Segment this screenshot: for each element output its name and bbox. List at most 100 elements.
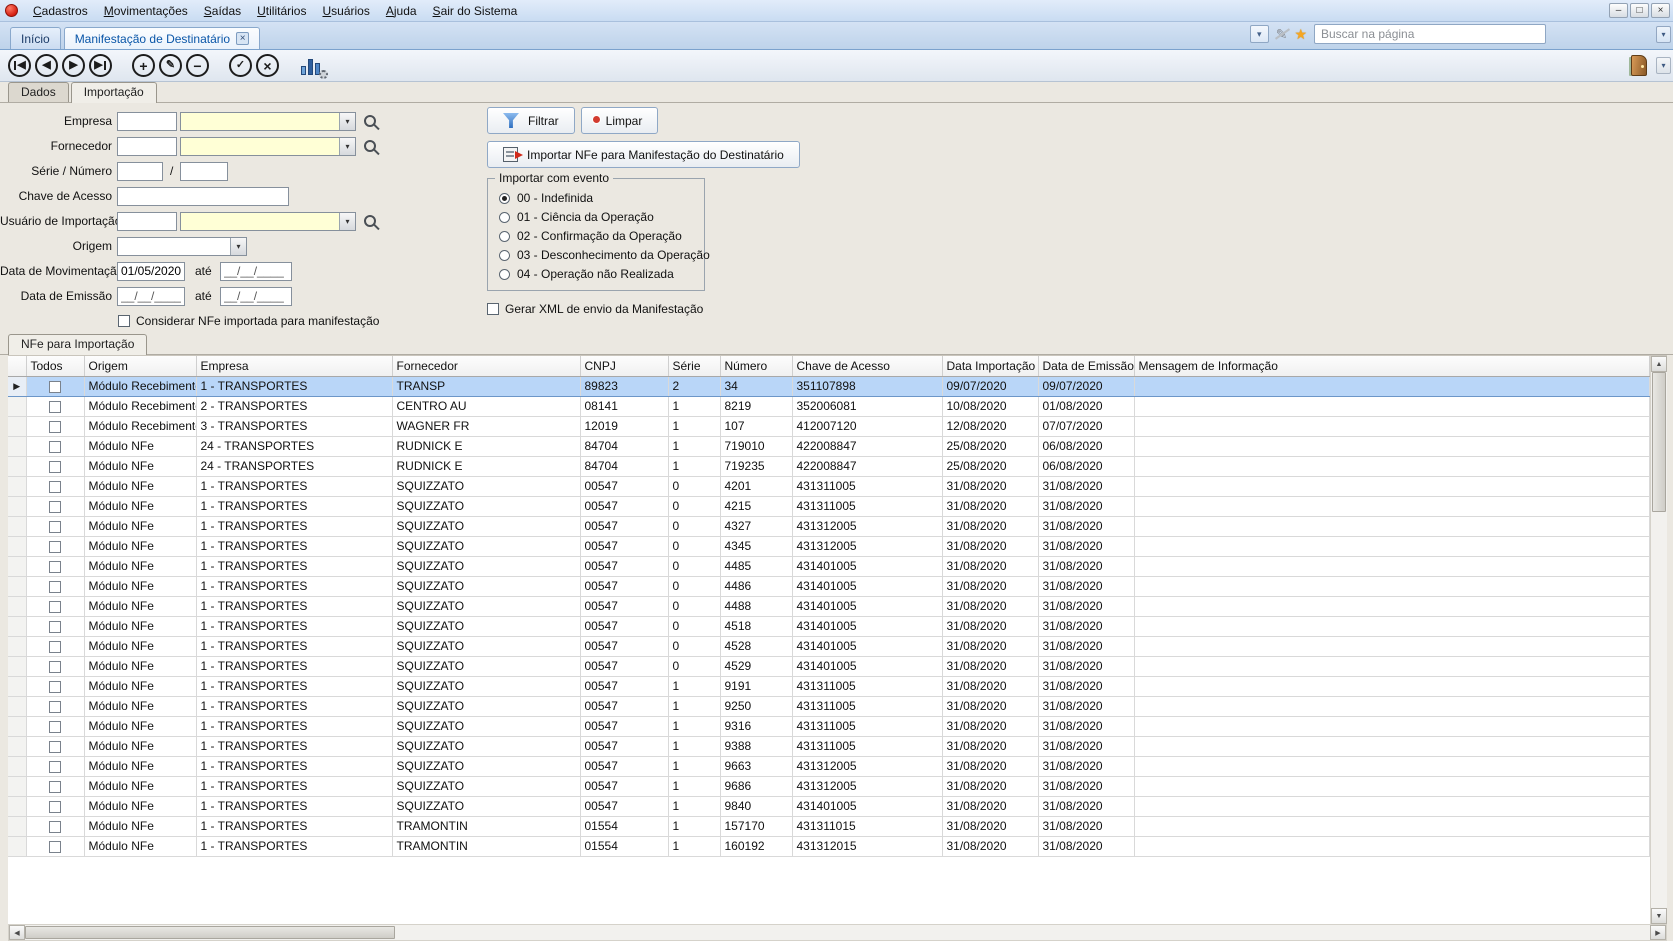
tab-close-icon[interactable]: × xyxy=(236,32,249,45)
row-checkbox[interactable] xyxy=(49,481,61,493)
findbar-dropdown-button[interactable]: ▾ xyxy=(1250,25,1269,43)
menu-usuarios[interactable]: Usuários xyxy=(314,1,377,21)
scroll-track[interactable] xyxy=(1651,372,1667,908)
serie-input[interactable] xyxy=(117,162,163,181)
table-row[interactable]: Módulo NFe1 - TRANSPORTESSQUIZZATO005470… xyxy=(8,636,1650,656)
table-row[interactable]: Módulo NFe1 - TRANSPORTESSQUIZZATO005471… xyxy=(8,736,1650,756)
table-row[interactable]: Módulo NFe1 - TRANSPORTESTRAMONTIN015541… xyxy=(8,816,1650,836)
horizontal-scrollbar[interactable]: ◀ ▶ xyxy=(8,924,1667,941)
table-row[interactable]: Módulo NFe1 - TRANSPORTESSQUIZZATO005470… xyxy=(8,576,1650,596)
tab-inicio[interactable]: Início xyxy=(10,27,61,49)
empresa-combo-input[interactable] xyxy=(181,113,339,130)
empresa-search-icon[interactable] xyxy=(364,115,376,127)
considerar-checkbox[interactable]: Considerar NFe importada para manifestaç… xyxy=(118,311,379,331)
h-scroll-track[interactable] xyxy=(25,925,1650,940)
column-header[interactable]: Todos xyxy=(26,356,84,376)
usuario-combo[interactable]: ▾ xyxy=(180,212,356,231)
first-record-button[interactable]: ◀ xyxy=(8,54,31,77)
edit-record-button[interactable]: ✎ xyxy=(159,54,182,77)
row-checkbox[interactable] xyxy=(49,561,61,573)
scroll-down-button[interactable]: ▼ xyxy=(1651,908,1667,924)
column-header[interactable]: Empresa xyxy=(196,356,392,376)
table-row[interactable]: Módulo NFe1 - TRANSPORTESSQUIZZATO005471… xyxy=(8,776,1650,796)
fornecedor-combo-input[interactable] xyxy=(181,138,339,155)
row-checkbox[interactable] xyxy=(49,761,61,773)
table-row[interactable]: Módulo NFe1 - TRANSPORTESSQUIZZATO005470… xyxy=(8,496,1650,516)
row-checkbox[interactable] xyxy=(49,621,61,633)
chevron-down-icon[interactable]: ▾ xyxy=(339,113,355,130)
column-header[interactable]: Fornecedor xyxy=(392,356,580,376)
row-checkbox[interactable] xyxy=(49,741,61,753)
minimize-button[interactable]: – xyxy=(1609,3,1628,18)
menu-ajuda[interactable]: Ajuda xyxy=(378,1,425,21)
toolbar-overflow-button[interactable]: ▾ xyxy=(1656,57,1671,74)
delete-record-button[interactable]: − xyxy=(186,54,209,77)
column-header[interactable] xyxy=(8,356,26,376)
table-row[interactable]: Módulo Recebimento2 - TRANSPORTESCENTRO … xyxy=(8,396,1650,416)
row-checkbox[interactable] xyxy=(49,841,61,853)
empresa-code-input[interactable] xyxy=(117,112,177,131)
evento-option-03[interactable]: 03 - Desconhecimento da Operação xyxy=(499,248,693,262)
cancel-button[interactable]: × xyxy=(256,54,279,77)
row-checkbox[interactable] xyxy=(49,641,61,653)
table-row[interactable]: Módulo NFe1 - TRANSPORTESSQUIZZATO005471… xyxy=(8,796,1650,816)
exit-door-button[interactable] xyxy=(1631,55,1647,76)
scroll-right-button[interactable]: ▶ xyxy=(1650,925,1666,940)
menu-cadastros[interactable]: Cadastros xyxy=(25,1,96,21)
numero-input[interactable] xyxy=(180,162,228,181)
row-checkbox[interactable] xyxy=(49,781,61,793)
close-button[interactable]: × xyxy=(1651,3,1670,18)
table-row[interactable]: Módulo NFe1 - TRANSPORTESSQUIZZATO005470… xyxy=(8,476,1650,496)
column-header[interactable]: Número xyxy=(720,356,792,376)
row-checkbox[interactable] xyxy=(49,661,61,673)
column-header[interactable]: Origem xyxy=(84,356,196,376)
row-checkbox[interactable] xyxy=(49,801,61,813)
table-row[interactable]: Módulo NFe24 - TRANSPORTESRUDNICK E84704… xyxy=(8,436,1650,456)
filtrar-button[interactable]: Filtrar xyxy=(487,107,575,134)
data-movimentacao-de-input[interactable] xyxy=(117,262,185,281)
table-row[interactable]: Módulo NFe1 - TRANSPORTESSQUIZZATO005470… xyxy=(8,656,1650,676)
row-checkbox[interactable] xyxy=(49,461,61,473)
row-checkbox[interactable] xyxy=(49,541,61,553)
column-header[interactable]: Data de Emissão xyxy=(1038,356,1134,376)
menu-saidas[interactable]: Saídas xyxy=(196,1,249,21)
origem-combo-input[interactable] xyxy=(118,238,230,255)
row-checkbox[interactable] xyxy=(49,381,61,393)
add-record-button[interactable]: + xyxy=(132,54,155,77)
fornecedor-code-input[interactable] xyxy=(117,137,177,156)
gerar-xml-checkbox[interactable]: Gerar XML de envio da Manifestação xyxy=(487,302,917,316)
confirm-button[interactable]: ✓ xyxy=(229,54,252,77)
vertical-scrollbar[interactable]: ▲ ▼ xyxy=(1650,356,1667,924)
limpar-button[interactable]: Limpar xyxy=(581,107,659,134)
column-header[interactable]: Data Importação xyxy=(942,356,1038,376)
evento-option-00[interactable]: 00 - Indefinida xyxy=(499,191,693,205)
wand-icon[interactable]: ✎ xyxy=(1276,26,1288,43)
row-checkbox[interactable] xyxy=(49,721,61,733)
data-emissao-ate-input[interactable] xyxy=(220,287,292,306)
origem-combo[interactable]: ▾ xyxy=(117,237,247,256)
column-header[interactable]: CNPJ xyxy=(580,356,668,376)
usuario-search-icon[interactable] xyxy=(364,215,376,227)
evento-option-01[interactable]: 01 - Ciência da Operação xyxy=(499,210,693,224)
tab-overflow-button[interactable]: ▾ xyxy=(1656,26,1671,43)
table-row[interactable]: Módulo NFe1 - TRANSPORTESSQUIZZATO005470… xyxy=(8,616,1650,636)
row-checkbox[interactable] xyxy=(49,701,61,713)
row-checkbox[interactable] xyxy=(49,581,61,593)
last-record-button[interactable]: ▶ xyxy=(89,54,112,77)
scroll-thumb[interactable] xyxy=(1652,372,1666,512)
chevron-down-icon[interactable]: ▾ xyxy=(339,138,355,155)
row-checkbox[interactable] xyxy=(49,601,61,613)
table-row[interactable]: Módulo NFe1 - TRANSPORTESSQUIZZATO005470… xyxy=(8,516,1650,536)
table-row[interactable]: Módulo NFe1 - TRANSPORTESSQUIZZATO005471… xyxy=(8,696,1650,716)
chevron-down-icon[interactable]: ▾ xyxy=(230,238,246,255)
table-row[interactable]: Módulo Recebimento3 - TRANSPORTESWAGNER … xyxy=(8,416,1650,436)
tab-manifestacao-destinatario[interactable]: Manifestação de Destinatário × xyxy=(64,27,260,49)
table-row[interactable]: Módulo NFe1 - TRANSPORTESTRAMONTIN015541… xyxy=(8,836,1650,856)
row-checkbox[interactable] xyxy=(49,521,61,533)
row-checkbox[interactable] xyxy=(49,821,61,833)
fornecedor-search-icon[interactable] xyxy=(364,140,376,152)
scroll-up-button[interactable]: ▲ xyxy=(1651,356,1667,372)
evento-option-04[interactable]: 04 - Operação não Realizada xyxy=(499,267,693,281)
chevron-down-icon[interactable]: ▾ xyxy=(339,213,355,230)
table-row[interactable]: Módulo NFe24 - TRANSPORTESRUDNICK E84704… xyxy=(8,456,1650,476)
